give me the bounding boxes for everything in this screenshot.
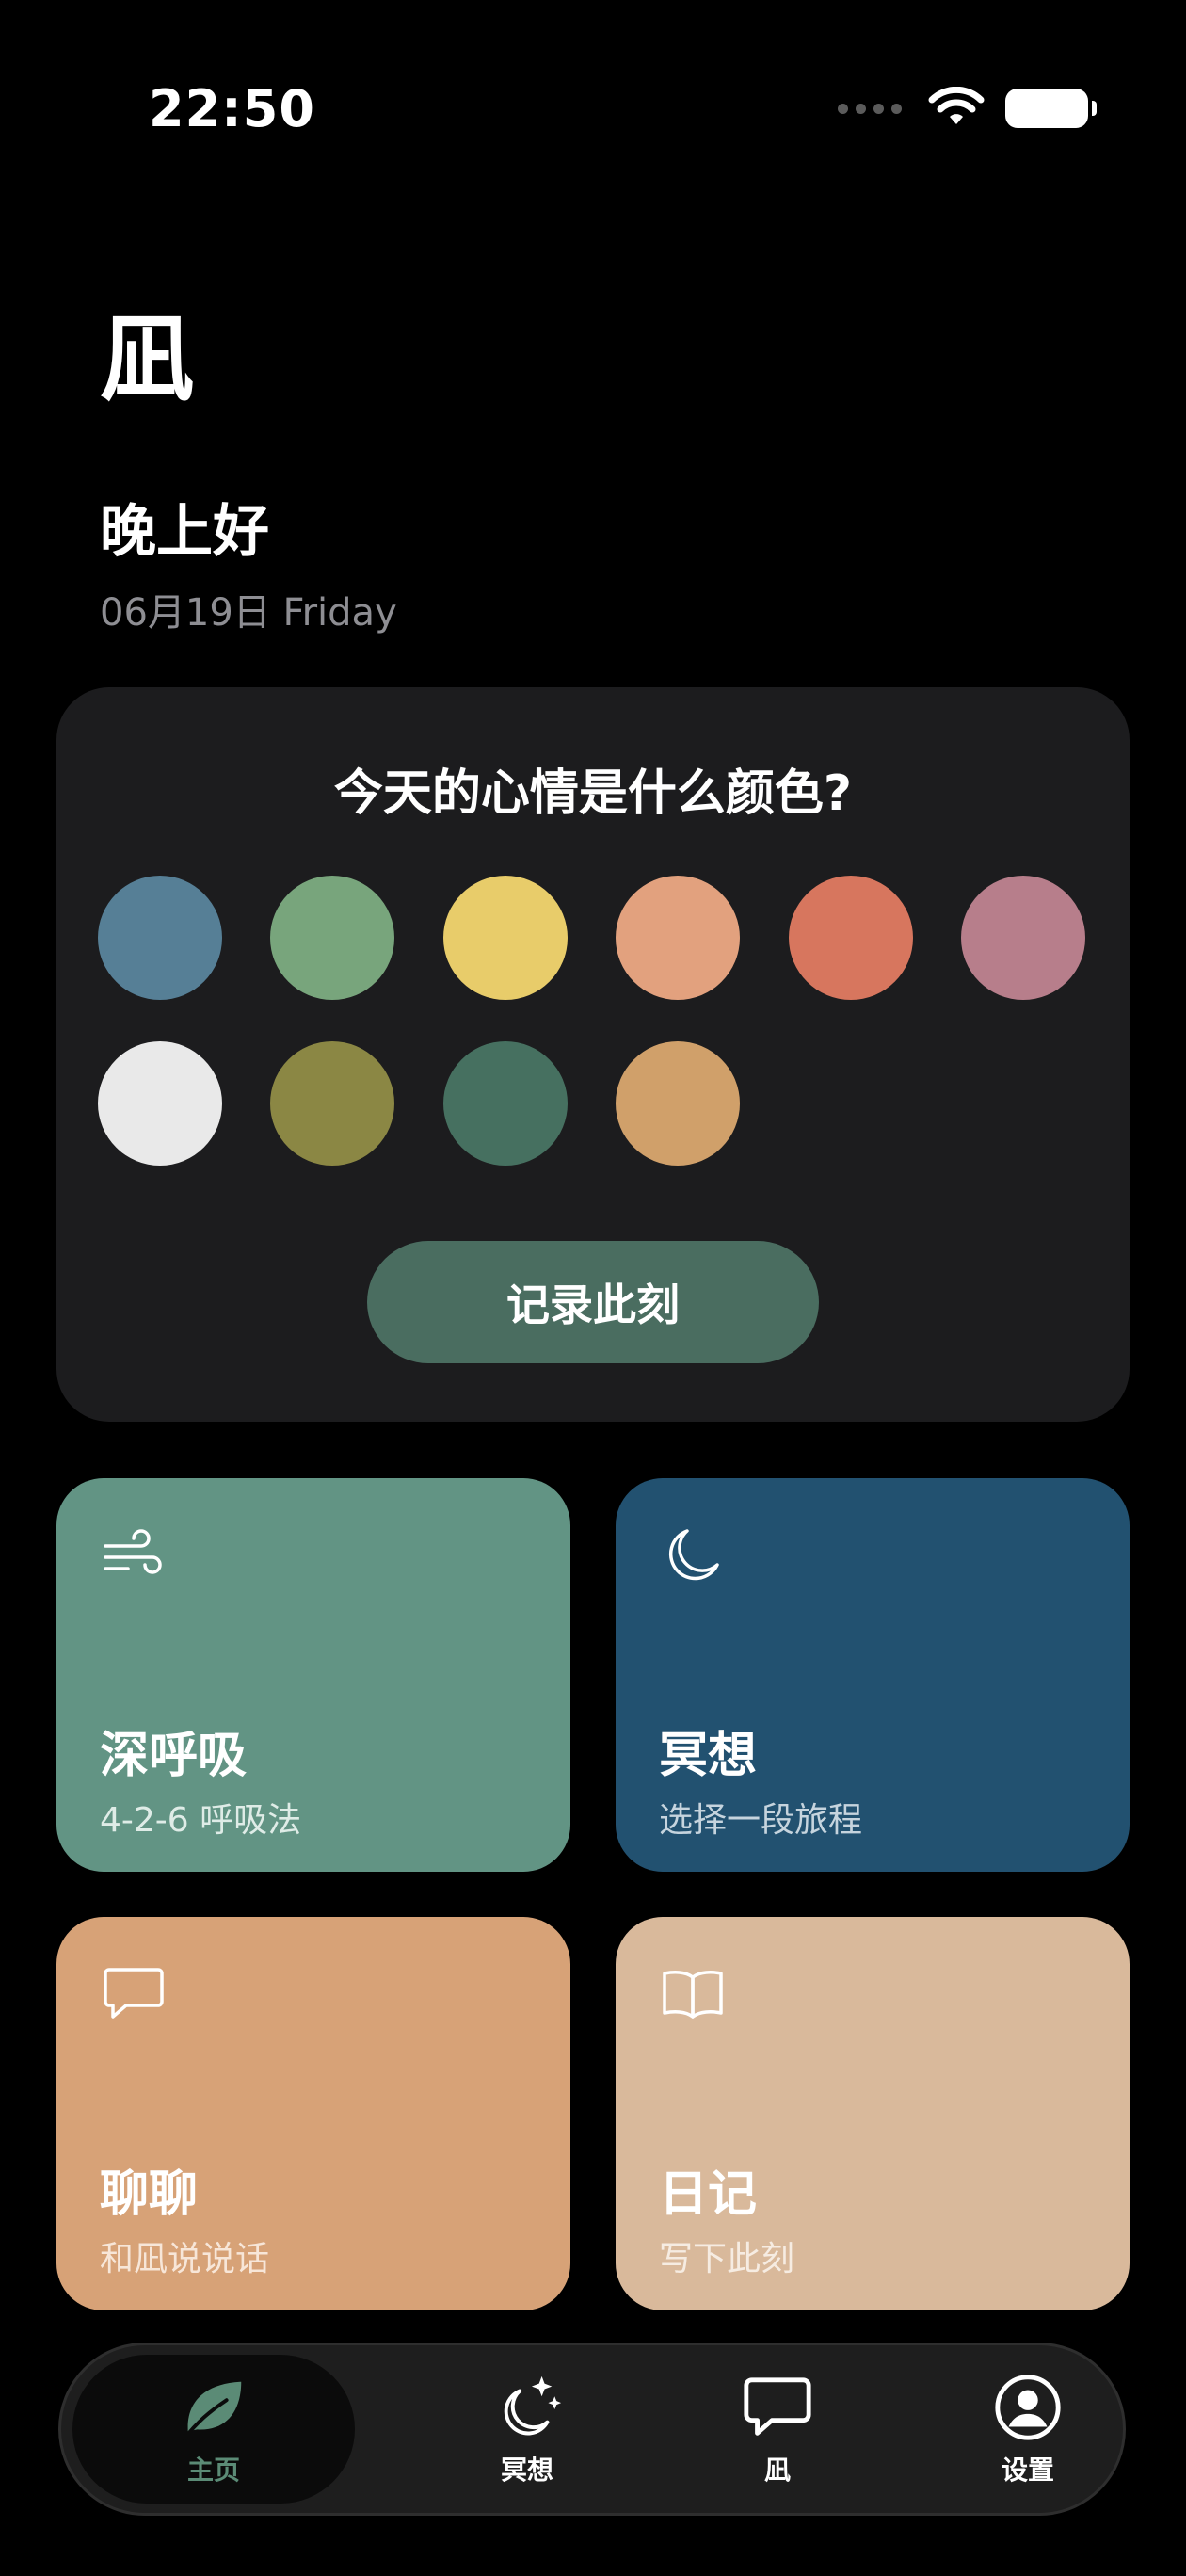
- breathe-tile[interactable]: 深呼吸 4-2-6 呼吸法: [56, 1478, 570, 1872]
- mood-color-swatch[interactable]: [98, 1041, 222, 1166]
- chat-tile[interactable]: 聊聊 和凪说说话: [56, 1917, 570, 2310]
- tab-bar: 主页 冥想 凪 设置: [58, 2343, 1126, 2516]
- leaf-icon: [182, 2381, 242, 2441]
- tab-nagi-label: 凪: [763, 2455, 791, 2486]
- meditate-subtitle: 选择一段旅程: [659, 1801, 863, 1840]
- wifi-icon: [928, 87, 985, 124]
- journal-subtitle: 写下此刻: [659, 2240, 795, 2278]
- status-icons: [838, 83, 1097, 134]
- journal-title: 日记: [659, 2166, 758, 2223]
- chat-bubble-icon: [744, 2377, 811, 2436]
- tab-settings-label: 设置: [1001, 2455, 1054, 2486]
- status-time: 22:50: [149, 79, 315, 138]
- moon-icon: [668, 1529, 719, 1581]
- wind-icon: [104, 1529, 162, 1574]
- journal-tile[interactable]: 日记 写下此刻: [616, 1917, 1130, 2310]
- breathe-title: 深呼吸: [100, 1728, 248, 1784]
- greeting: 晚上好: [100, 499, 269, 565]
- mood-color-swatch[interactable]: [616, 876, 741, 1000]
- mood-question: 今天的心情是什么颜色?: [333, 765, 853, 822]
- tab-meditate[interactable]: 冥想: [400, 2345, 654, 2513]
- mood-color-swatch[interactable]: [442, 1041, 568, 1166]
- signal-dots-icon: [838, 103, 902, 114]
- mood-color-swatch[interactable]: [961, 876, 1085, 1000]
- mood-color-swatch[interactable]: [788, 876, 913, 1000]
- tab-home-label: 主页: [186, 2455, 240, 2486]
- tab-nagi[interactable]: 凪: [650, 2345, 905, 2513]
- home-screen: 22:50 凪 晚上好 06月19日 Friday 今天的心情是什么颜色? 记录…: [0, 0, 1186, 2576]
- mood-card: 今天的心情是什么颜色? 记录此刻: [56, 687, 1130, 1422]
- mood-color-swatch[interactable]: [98, 876, 222, 1000]
- tab-meditate-label: 冥想: [500, 2455, 553, 2486]
- mood-color-swatch[interactable]: [270, 876, 395, 1000]
- breathe-subtitle: 4-2-6 呼吸法: [100, 1801, 302, 1840]
- chat-title: 聊聊: [100, 2166, 199, 2223]
- chat-subtitle: 和凪说说话: [100, 2240, 270, 2278]
- mood-color-swatch[interactable]: [442, 876, 568, 1000]
- battery-icon: [1005, 89, 1097, 128]
- speech-bubble-icon: [104, 1968, 164, 2019]
- moon-stars-icon: [504, 2375, 562, 2436]
- mood-color-swatch[interactable]: [616, 1041, 741, 1166]
- tab-settings[interactable]: 设置: [901, 2345, 1155, 2513]
- date-label: 06月19日 Friday: [100, 591, 397, 635]
- record-moment-button[interactable]: 记录此刻: [367, 1241, 819, 1363]
- book-icon: [663, 1971, 723, 2019]
- app-title: 凪: [100, 304, 194, 414]
- tab-home[interactable]: 主页: [72, 2355, 355, 2504]
- meditate-title: 冥想: [659, 1728, 758, 1784]
- profile-icon: [995, 2375, 1061, 2440]
- mood-color-swatch[interactable]: [270, 1041, 395, 1166]
- meditate-tile[interactable]: 冥想 选择一段旅程: [616, 1478, 1130, 1872]
